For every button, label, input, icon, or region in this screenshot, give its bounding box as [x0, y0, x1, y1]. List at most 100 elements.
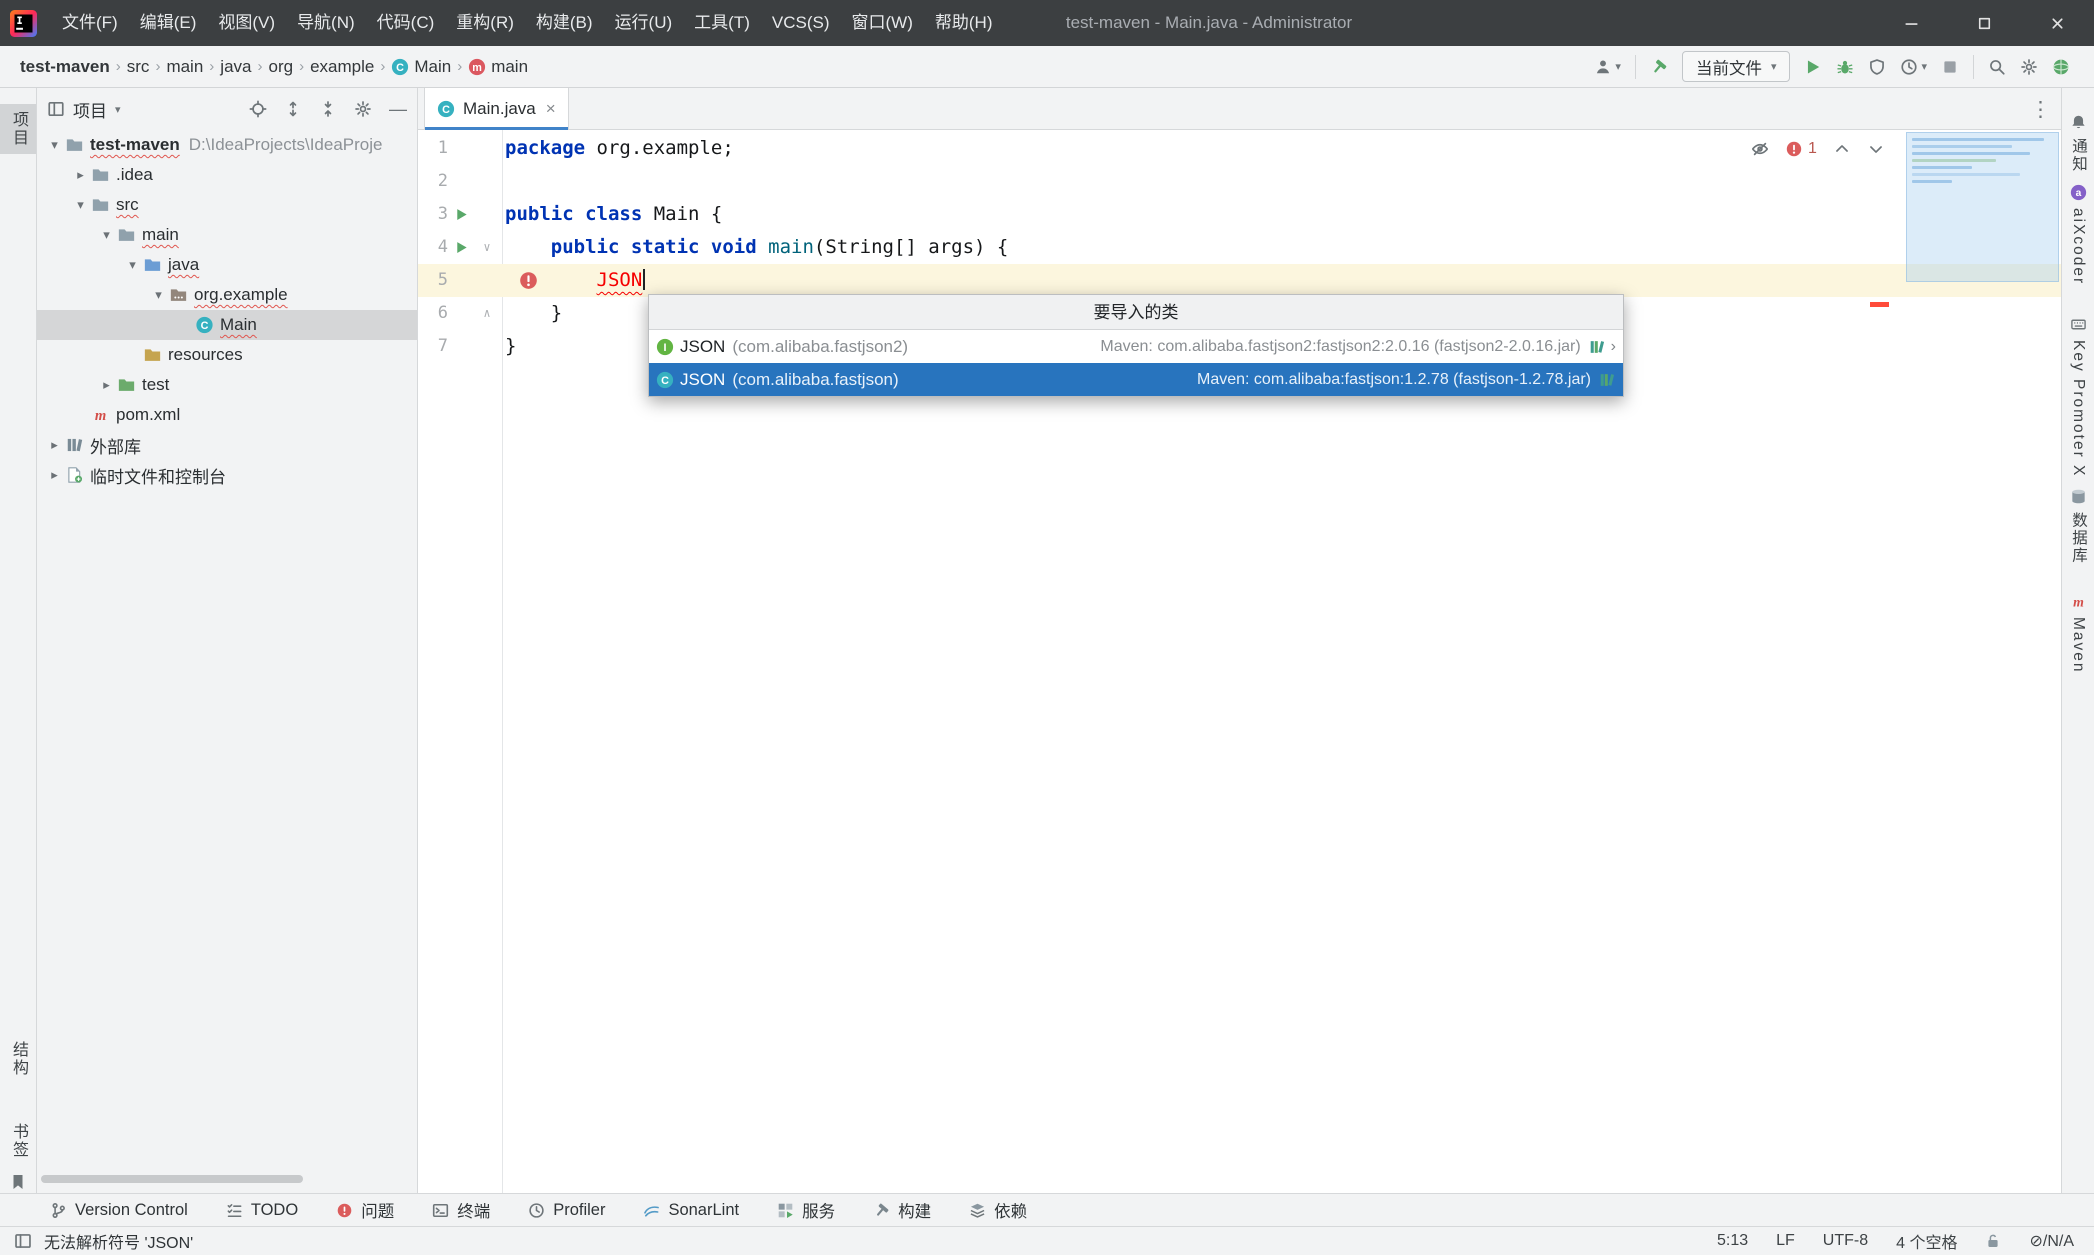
menu-window[interactable]: 窗口(W): [841, 0, 924, 46]
close-tab-icon[interactable]: ×: [546, 99, 556, 119]
settings-button[interactable]: [2020, 58, 2038, 76]
run-line-icon[interactable]: [448, 231, 475, 264]
menu-view[interactable]: 视图(V): [207, 0, 286, 46]
chevron-expanded-icon[interactable]: ▾: [97, 227, 116, 243]
menu-navigate[interactable]: 导航(N): [286, 0, 366, 46]
breadcrumb-test-maven[interactable]: test-maven: [16, 57, 114, 77]
tree-item-test-maven[interactable]: ▾test-mavenD:\IdeaProjects\IdeaProje: [37, 130, 417, 160]
stop-button[interactable]: [1941, 58, 1959, 76]
menu-run[interactable]: 运行(U): [604, 0, 684, 46]
toolwindow-button-aiXcoder[interactable]: aaiXcoder: [2062, 184, 2094, 285]
code-line-2[interactable]: 2: [418, 165, 2061, 198]
toolwindow-button-问题[interactable]: 问题: [336, 1198, 394, 1222]
tree-item-java[interactable]: ▾java: [37, 250, 417, 280]
indent-size[interactable]: 4 个空格: [1896, 1229, 1957, 1253]
toolwindow-button-SonarLint[interactable]: SonarLint: [643, 1201, 739, 1220]
toolwindow-button-书签[interactable]: 书签: [0, 1116, 36, 1166]
toolwindow-button-结构[interactable]: 结构: [0, 1034, 36, 1084]
menu-help[interactable]: 帮助(H): [924, 0, 1004, 46]
breadcrumb-Main[interactable]: CMain: [387, 57, 455, 77]
toolwindow-button-终端[interactable]: 终端: [432, 1198, 490, 1222]
tree-item-resources[interactable]: resources: [37, 340, 417, 370]
chevron-collapsed-icon[interactable]: ▸: [45, 437, 64, 453]
search-everywhere-button[interactable]: [1988, 58, 2006, 76]
hide-panel-button[interactable]: —: [389, 100, 407, 118]
menu-code[interactable]: 代码(C): [366, 0, 446, 46]
horizontal-scrollbar[interactable]: [41, 1175, 303, 1183]
minimap-viewport[interactable]: [1906, 132, 2059, 282]
tree-item-外部库[interactable]: ▸外部库: [37, 430, 417, 460]
tab-options-icon[interactable]: ⋮: [2030, 88, 2051, 130]
gear-icon[interactable]: [354, 100, 372, 118]
code-text[interactable]: [502, 165, 2061, 198]
chevron-expanded-icon[interactable]: ▾: [149, 287, 168, 303]
debug-button[interactable]: [1836, 58, 1854, 76]
profiler-button[interactable]: ▾: [1900, 58, 1927, 76]
expand-all-icon[interactable]: [284, 100, 302, 118]
next-error-icon[interactable]: [1867, 140, 1885, 158]
menu-file[interactable]: 文件(F): [51, 0, 129, 46]
error-stripe-mark[interactable]: [1870, 302, 1889, 307]
chevron-expanded-icon[interactable]: ▾: [71, 197, 90, 213]
highlight-level[interactable]: ⊘/N/A: [2029, 1231, 2074, 1251]
menu-tools[interactable]: 工具(T): [683, 0, 761, 46]
menu-refactor[interactable]: 重构(R): [445, 0, 525, 46]
chevron-expanded-icon[interactable]: ▾: [123, 257, 142, 273]
minimize-button[interactable]: [1875, 0, 1948, 46]
toolwindow-button-TODO[interactable]: TODO: [226, 1201, 298, 1220]
toolwindow-button-项目[interactable]: 项目: [0, 104, 36, 154]
build-project-button[interactable]: [1650, 58, 1668, 76]
breadcrumb-java[interactable]: java: [216, 57, 255, 77]
previous-error-icon[interactable]: [1833, 140, 1851, 158]
breadcrumb-main[interactable]: mmain: [464, 57, 532, 77]
toolwindow-button-Version Control[interactable]: Version Control: [50, 1201, 188, 1220]
import-option-0[interactable]: IJSON(com.alibaba.fastjson2)Maven: com.a…: [649, 330, 1623, 363]
code-line-4[interactable]: 4∨ public static void main(String[] args…: [418, 231, 2061, 264]
toolwindow-button-Profiler[interactable]: Profiler: [528, 1201, 605, 1220]
toolwindow-toggle-icon[interactable]: [14, 1232, 32, 1250]
error-count-widget[interactable]: 1: [1785, 140, 1817, 158]
chevron-expanded-icon[interactable]: ▾: [45, 137, 64, 153]
toolwindow-button-依赖[interactable]: 依赖: [969, 1198, 1027, 1222]
tree-item-Main[interactable]: CMain: [37, 310, 417, 340]
chevron-collapsed-icon[interactable]: ▸: [71, 167, 90, 183]
code-text[interactable]: public static void main(String[] args) {: [502, 231, 2061, 264]
menu-edit[interactable]: 编辑(E): [129, 0, 208, 46]
menu-build[interactable]: 构建(B): [525, 0, 604, 46]
close-button[interactable]: [2021, 0, 2094, 46]
tree-item-test[interactable]: ▸test: [37, 370, 417, 400]
tree-item-临时文件和控制台[interactable]: ▸临时文件和控制台: [37, 460, 417, 490]
lock-icon[interactable]: [1985, 1233, 2001, 1249]
breadcrumb-org[interactable]: org: [264, 57, 297, 77]
chevron-collapsed-icon[interactable]: ▸: [45, 467, 64, 483]
breadcrumb-example[interactable]: example: [306, 57, 378, 77]
tree-item-pom.xml[interactable]: mpom.xml: [37, 400, 417, 430]
fold-marker-icon[interactable]: ∨: [475, 231, 499, 264]
tree-item-org.example[interactable]: ▾org.example: [37, 280, 417, 310]
run-button[interactable]: [1804, 58, 1822, 76]
chevron-collapsed-icon[interactable]: ▸: [97, 377, 116, 393]
code-line-5[interactable]: 5 JSON: [418, 264, 2061, 297]
fold-marker-icon[interactable]: ∧: [475, 297, 499, 330]
minimap[interactable]: [1906, 132, 2059, 328]
project-view-selector[interactable]: 项目 ▾: [47, 97, 121, 122]
error-bulb-icon[interactable]: [519, 271, 538, 290]
line-ending[interactable]: LF: [1776, 1232, 1795, 1250]
code-line-3[interactable]: 3public class Main {: [418, 198, 2061, 231]
toolwindow-button-构建[interactable]: 构建: [873, 1198, 931, 1222]
tree-item-.idea[interactable]: ▸.idea: [37, 160, 417, 190]
breadcrumb-src[interactable]: src: [123, 57, 154, 77]
codewithme-button[interactable]: [2052, 58, 2070, 76]
tree-item-src[interactable]: ▾src: [37, 190, 417, 220]
code-text[interactable]: public class Main {: [502, 198, 2061, 231]
run-line-icon[interactable]: [448, 198, 475, 231]
tab-main-java[interactable]: C Main.java ×: [424, 88, 569, 130]
import-option-1[interactable]: CJSON(com.alibaba.fastjson)Maven: com.al…: [649, 363, 1623, 396]
highlighting-level-icon[interactable]: [1751, 140, 1769, 158]
encoding[interactable]: UTF-8: [1823, 1232, 1868, 1250]
menu-vcs[interactable]: VCS(S): [761, 0, 841, 46]
profile-button[interactable]: ▾: [1594, 58, 1621, 76]
tree-item-main[interactable]: ▾main: [37, 220, 417, 250]
maximize-button[interactable]: [1948, 0, 2021, 46]
toolwindow-button-数据库[interactable]: 数据库: [2062, 488, 2094, 565]
